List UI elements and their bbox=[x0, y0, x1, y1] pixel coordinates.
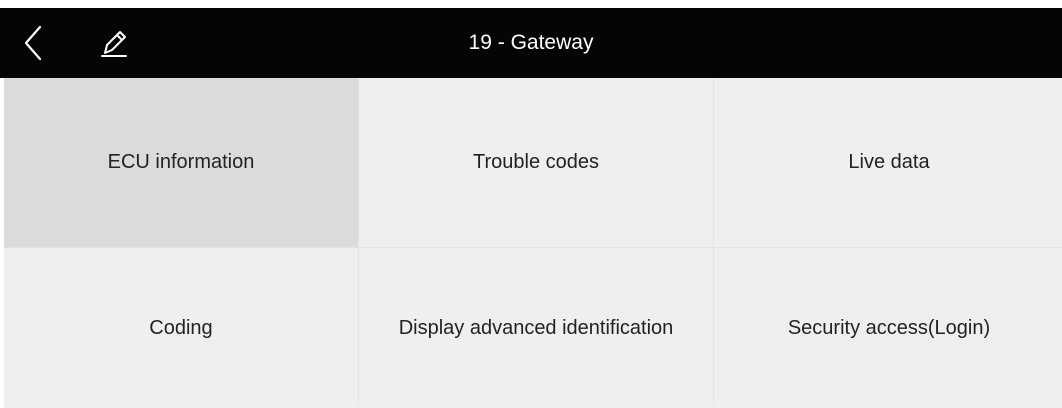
back-button[interactable] bbox=[14, 20, 58, 66]
pencil-icon bbox=[101, 31, 127, 57]
menu-item-live-data[interactable]: Live data bbox=[714, 78, 1062, 247]
page-title: 19 - Gateway bbox=[468, 31, 594, 54]
menu-item-trouble-codes[interactable]: Trouble codes bbox=[359, 78, 713, 247]
chevron-left-icon bbox=[24, 25, 42, 61]
edit-button[interactable] bbox=[90, 20, 136, 66]
menu-item-display-advanced-identification[interactable]: Display advanced identification bbox=[359, 248, 713, 408]
top-bar: 19 - Gateway bbox=[0, 8, 1062, 78]
menu-item-security-access[interactable]: Security access(Login) bbox=[714, 248, 1062, 408]
menu-item-ecu-information[interactable]: ECU information bbox=[4, 78, 358, 247]
function-menu-grid: ECU information Trouble codes Live data … bbox=[4, 78, 1062, 408]
menu-item-coding[interactable]: Coding bbox=[4, 248, 358, 408]
